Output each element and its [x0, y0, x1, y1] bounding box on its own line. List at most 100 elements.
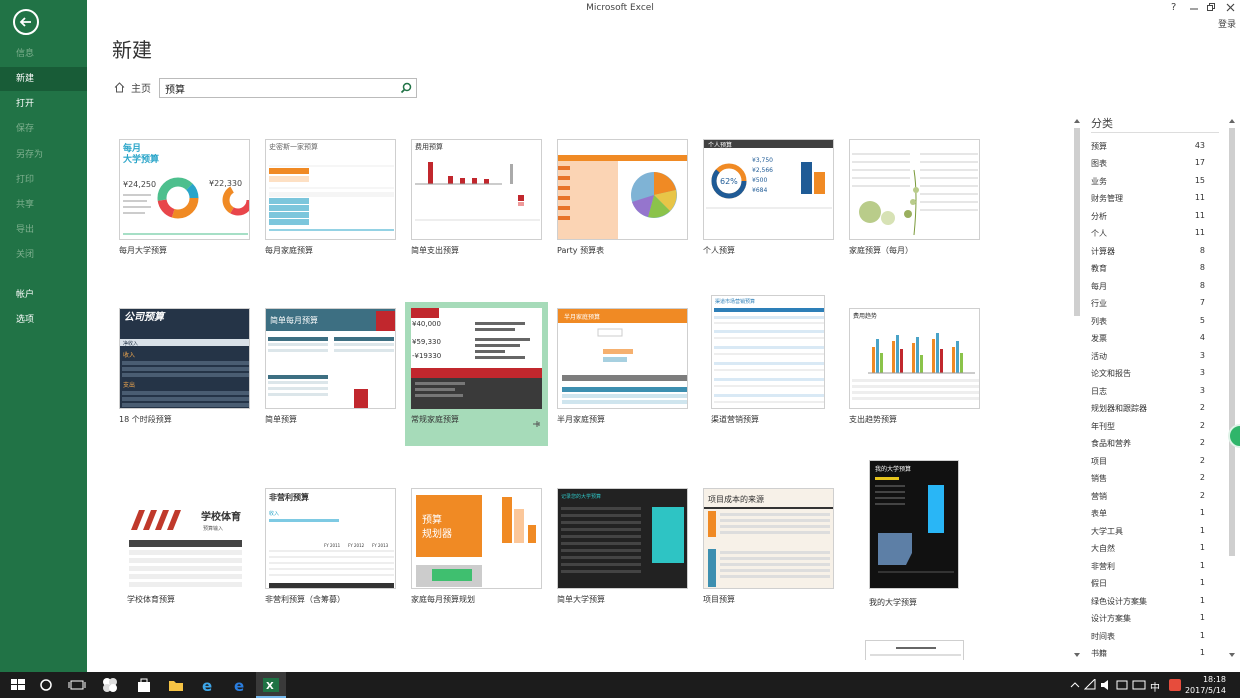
- category-item[interactable]: 个人 11: [1091, 225, 1205, 242]
- backstage-sidebar: 信息 新建 打开 保存 另存为 打印 共享 导出 关闭 帐户 选项: [0, 0, 87, 672]
- template-thumbnail[interactable]: 记录您的大学预算: [557, 488, 688, 589]
- category-item[interactable]: 预算 43: [1091, 138, 1205, 155]
- taskbar-clock[interactable]: 18:18 2017/5/14: [1185, 674, 1226, 696]
- template-thumbnail[interactable]: 每月 大学预算 ¥24,250 ¥22,330: [119, 139, 250, 240]
- category-item[interactable]: 行业 7: [1091, 295, 1205, 312]
- windows-taskbar: e e X 中 18:18 2017/5/14: [0, 672, 1240, 698]
- edge-browser-icon[interactable]: e: [231, 676, 249, 694]
- internet-explorer-icon[interactable]: e: [199, 676, 217, 694]
- input-method-indicator[interactable]: 中: [1150, 679, 1160, 694]
- help-button[interactable]: ?: [1171, 2, 1176, 13]
- category-item[interactable]: 业务 15: [1091, 173, 1205, 190]
- category-item[interactable]: 项目 2: [1091, 453, 1205, 470]
- category-item[interactable]: 教育 8: [1091, 260, 1205, 277]
- category-item[interactable]: 列表 5: [1091, 313, 1205, 330]
- gallery-scrollbar[interactable]: [1072, 116, 1082, 660]
- thumb-value-2: ¥59,330: [412, 338, 441, 346]
- category-item[interactable]: 非营利 1: [1091, 558, 1205, 575]
- category-item[interactable]: 日志 3: [1091, 383, 1205, 400]
- category-scroll-thumb[interactable]: [1229, 128, 1235, 556]
- template-thumbnail[interactable]: 史密斯一家预算: [265, 139, 396, 240]
- home-link[interactable]: 主页: [114, 80, 151, 95]
- template-thumbnail[interactable]: 渠道市场营销预算: [711, 295, 825, 409]
- sidebar-item-save[interactable]: 保存: [0, 117, 87, 141]
- category-item[interactable]: 发票 4: [1091, 330, 1205, 347]
- sidebar-item-save-as[interactable]: 另存为: [0, 143, 87, 167]
- sidebar-item-info[interactable]: 信息: [0, 42, 87, 66]
- gallery-scroll-thumb[interactable]: [1074, 128, 1080, 316]
- notification-icon[interactable]: [1116, 679, 1128, 691]
- sidebar-item-options[interactable]: 选项: [0, 308, 87, 332]
- minimize-button[interactable]: [1190, 2, 1198, 15]
- template-thumbnail[interactable]: 项目成本的来源: [703, 488, 834, 589]
- template-thumbnail[interactable]: [557, 139, 688, 240]
- pin-icon[interactable]: [532, 420, 542, 428]
- sidebar-item-open[interactable]: 打开: [0, 92, 87, 116]
- excel-taskbar-button[interactable]: X: [256, 672, 286, 698]
- template-label: 半月家庭预算: [557, 415, 605, 424]
- category-scrollbar[interactable]: [1227, 116, 1237, 660]
- thumb-value-4: ¥500: [752, 177, 767, 184]
- store-icon[interactable]: [135, 676, 153, 694]
- file-explorer-icon[interactable]: [167, 676, 185, 694]
- template-thumbnail[interactable]: [865, 640, 964, 660]
- template-thumbnail[interactable]: ¥40,000 ¥59,330 -¥19330: [411, 308, 542, 409]
- category-item[interactable]: 财务管理 11: [1091, 190, 1205, 207]
- close-button[interactable]: [1226, 2, 1235, 15]
- category-item[interactable]: 表单 1: [1091, 505, 1205, 522]
- sidebar-item-print[interactable]: 打印: [0, 168, 87, 192]
- category-item[interactable]: 食品和营养 2: [1091, 435, 1205, 452]
- task-view-icon[interactable]: [68, 676, 86, 694]
- category-item[interactable]: 每月 8: [1091, 278, 1205, 295]
- template-thumbnail[interactable]: 非营利预算 收入 FY 2011 FY 2012 FY 2013: [265, 488, 396, 589]
- sidebar-item-account[interactable]: 帐户: [0, 283, 87, 307]
- template-thumbnail[interactable]: 费用预算: [411, 139, 542, 240]
- template-thumbnail[interactable]: 半月家庭预算: [557, 308, 688, 409]
- template-search-box[interactable]: [159, 78, 417, 98]
- category-item[interactable]: 营销 2: [1091, 488, 1205, 505]
- sidebar-item-close[interactable]: 关闭: [0, 243, 87, 267]
- search-icon[interactable]: [37, 676, 55, 694]
- template-thumbnail[interactable]: 公司预算 净收入 收入 支出: [119, 308, 250, 409]
- restore-button[interactable]: [1207, 2, 1216, 15]
- category-item[interactable]: 规划器和跟踪器 2: [1091, 400, 1205, 417]
- sidebar-item-share[interactable]: 共享: [0, 193, 87, 217]
- search-input[interactable]: [165, 82, 391, 94]
- template-thumbnail[interactable]: 个人预算 62% ¥3,750 ¥2,566 ¥500 ¥684: [703, 139, 834, 240]
- category-item[interactable]: 论文和报告 3: [1091, 365, 1205, 382]
- keyboard-icon[interactable]: [1132, 679, 1146, 691]
- network-icon[interactable]: [1084, 679, 1096, 691]
- template-thumbnail[interactable]: [849, 139, 980, 240]
- category-item[interactable]: 销售 2: [1091, 470, 1205, 487]
- sidebar-item-export[interactable]: 导出: [0, 218, 87, 242]
- category-item[interactable]: 年刊型 2: [1091, 418, 1205, 435]
- thumb-col-1: FY 2011: [324, 543, 341, 548]
- category-item[interactable]: 设计方案集 1: [1091, 610, 1205, 627]
- back-button[interactable]: [13, 9, 39, 35]
- windows-start-icon[interactable]: [9, 676, 27, 694]
- category-item[interactable]: 计算器 8: [1091, 243, 1205, 260]
- template-thumbnail[interactable]: 我的大学预算: [869, 460, 959, 589]
- template-thumbnail[interactable]: 预算 规划器: [411, 488, 542, 589]
- template-thumbnail[interactable]: 学校体育 预算输入: [127, 500, 242, 589]
- template-thumbnail[interactable]: 简单每月预算: [265, 308, 396, 409]
- template-thumbnail[interactable]: 费用趋势: [849, 308, 980, 409]
- category-item[interactable]: 时间表 1: [1091, 628, 1205, 645]
- category-item[interactable]: 假日 1: [1091, 575, 1205, 592]
- show-hidden-icons-icon[interactable]: [1070, 680, 1080, 690]
- category-item[interactable]: 大学工具 1: [1091, 523, 1205, 540]
- category-item[interactable]: 大自然 1: [1091, 540, 1205, 557]
- tray-app-icon[interactable]: [1168, 678, 1182, 692]
- sign-in-link[interactable]: 登录: [1218, 17, 1236, 30]
- category-item[interactable]: 书籍 1: [1091, 645, 1205, 662]
- category-item[interactable]: 分析 11: [1091, 208, 1205, 225]
- sidebar-item-new[interactable]: 新建: [0, 67, 87, 91]
- category-item[interactable]: 图表 17: [1091, 155, 1205, 172]
- search-button[interactable]: [400, 82, 412, 97]
- category-item[interactable]: 活动 3: [1091, 348, 1205, 365]
- volume-icon[interactable]: [1100, 679, 1112, 691]
- photos-app-icon[interactable]: [101, 676, 119, 694]
- template-label: 学校体育预算: [127, 595, 175, 604]
- category-item[interactable]: 绿色设计方案集 1: [1091, 593, 1205, 610]
- svg-text:e: e: [234, 677, 244, 694]
